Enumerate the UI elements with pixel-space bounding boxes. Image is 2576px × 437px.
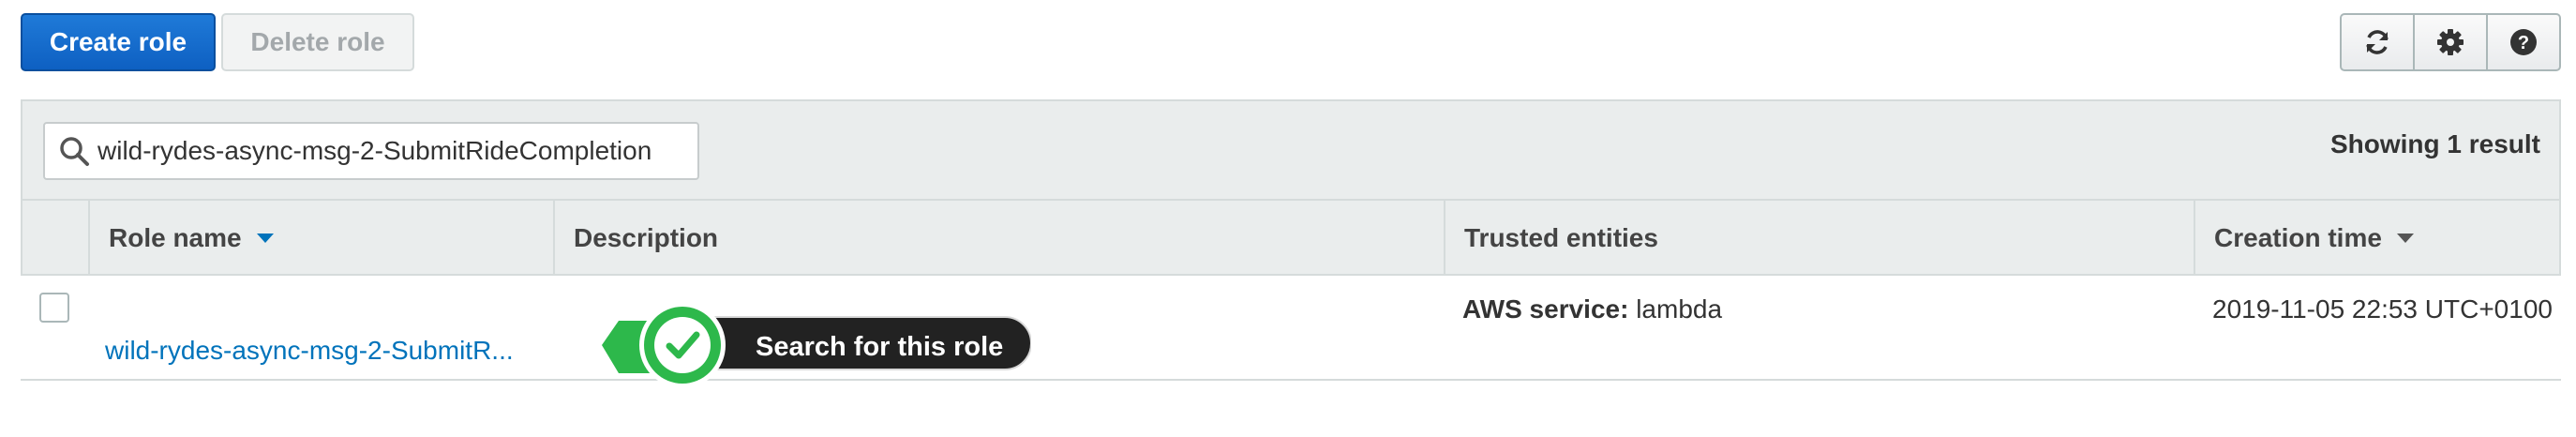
search-box (43, 122, 699, 180)
column-trusted-entities-label: Trusted entities (1464, 223, 1658, 252)
result-count: Showing 1 result (2329, 129, 2540, 158)
row-checkbox[interactable] (39, 293, 69, 323)
roles-table-panel: Showing 1 result Role name Description T… (21, 99, 2561, 276)
column-role-name-label: Role name (109, 223, 242, 252)
column-creation-time-label: Creation time (2214, 223, 2382, 252)
refresh-icon (2366, 30, 2389, 54)
column-creation-time[interactable]: Creation time (2195, 201, 2559, 276)
column-description-label: Description (574, 223, 719, 252)
trusted-entity-type: AWS service: (1462, 294, 1629, 324)
sort-down-icon[interactable] (2395, 232, 2416, 245)
column-trusted-entities[interactable]: Trusted entities (1445, 201, 2195, 276)
callout-text: Search for this role (756, 332, 1004, 362)
table-row: wild-rydes-async-msg-2-SubmitR... AWS se… (21, 276, 2561, 381)
select-all-column (22, 201, 90, 276)
help-button[interactable]: ? (2488, 15, 2559, 69)
toolbar-icon-group: ? (2340, 13, 2561, 71)
trusted-entities-cell: AWS service: lambda (1462, 294, 1722, 324)
gear-icon (2437, 29, 2464, 55)
help-icon: ? (2510, 29, 2537, 55)
svg-text:?: ? (2518, 33, 2529, 53)
creation-time-cell: 2019-11-05 22:53 UTC+0100 (2212, 294, 2553, 324)
create-role-button[interactable]: Create role (21, 13, 216, 71)
tutorial-callout: Search for this role (591, 296, 1031, 399)
column-role-name[interactable]: Role name (90, 201, 555, 276)
settings-button[interactable] (2415, 15, 2488, 69)
role-name-link[interactable]: wild-rydes-async-msg-2-SubmitR... (105, 336, 555, 366)
search-icon (60, 137, 89, 166)
search-input[interactable] (97, 136, 697, 166)
sort-down-icon[interactable] (255, 232, 276, 245)
table-header: Role name Description Trusted entities C… (22, 199, 2559, 276)
column-description[interactable]: Description (555, 201, 1445, 276)
refresh-button[interactable] (2342, 15, 2415, 69)
trusted-entity-value: lambda (1636, 294, 1723, 324)
delete-role-button[interactable]: Delete role (221, 13, 414, 71)
